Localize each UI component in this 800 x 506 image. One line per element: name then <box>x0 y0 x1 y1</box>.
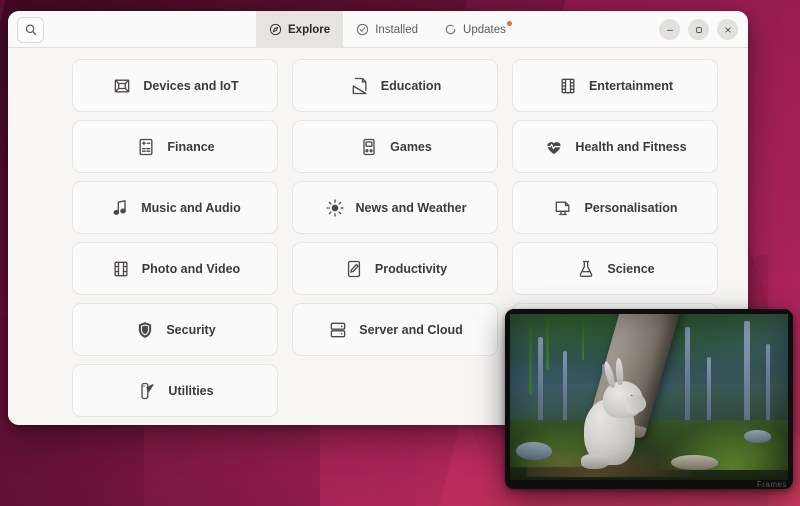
tab-installed-label: Installed <box>375 24 418 36</box>
video-caption: Frames <box>757 480 787 489</box>
film-strip-icon <box>557 75 579 97</box>
category-label: Server and Cloud <box>359 323 463 337</box>
category-card-devices-and-iot[interactable]: Devices and IoT <box>72 59 278 112</box>
category-card-education[interactable]: Education <box>292 59 498 112</box>
category-card-security[interactable]: Security <box>72 303 278 356</box>
monitor-icon <box>552 197 574 219</box>
tab-updates-label: Updates <box>463 24 506 36</box>
sun-icon <box>324 197 346 219</box>
updates-badge-dot <box>507 21 512 26</box>
category-label: News and Weather <box>356 201 467 215</box>
window-controls <box>659 11 738 48</box>
heart-pulse-icon <box>543 136 565 158</box>
category-card-music-and-audio[interactable]: Music and Audio <box>72 181 278 234</box>
video-vine <box>582 314 584 360</box>
tab-installed[interactable]: Installed <box>343 11 431 48</box>
music-note-icon <box>109 197 131 219</box>
video-vine <box>546 314 549 370</box>
window-headerbar: Explore Installed Updates <box>8 11 748 48</box>
video-vine <box>529 314 532 394</box>
category-card-games[interactable]: Games <box>292 120 498 173</box>
refresh-icon <box>444 23 457 36</box>
category-card-health-and-fitness[interactable]: Health and Fitness <box>512 120 718 173</box>
category-label: Devices and IoT <box>143 79 238 93</box>
category-card-finance[interactable]: Finance <box>72 120 278 173</box>
minimize-button[interactable] <box>659 19 680 40</box>
category-label: Entertainment <box>589 79 673 93</box>
calculator-icon <box>135 136 157 158</box>
tab-bar: Explore Installed Updates <box>256 11 519 48</box>
category-label: Health and Fitness <box>575 140 686 154</box>
category-label: Photo and Video <box>142 262 240 276</box>
tab-updates[interactable]: Updates <box>431 11 519 48</box>
close-icon <box>723 25 733 35</box>
minimize-icon <box>665 25 675 35</box>
search-button[interactable] <box>17 17 44 43</box>
category-card-entertainment[interactable]: Entertainment <box>512 59 718 112</box>
film-icon <box>110 258 132 280</box>
video-bunny-character <box>580 375 650 465</box>
shield-icon <box>134 319 156 341</box>
category-label: Personalisation <box>584 201 677 215</box>
category-card-news-and-weather[interactable]: News and Weather <box>292 181 498 234</box>
category-card-server-and-cloud[interactable]: Server and Cloud <box>292 303 498 356</box>
category-card-utilities[interactable]: Utilities <box>72 364 278 417</box>
category-label: Utilities <box>168 384 213 398</box>
pocket-knife-icon <box>136 380 158 402</box>
category-card-productivity[interactable]: Productivity <box>292 242 498 295</box>
close-button[interactable] <box>717 19 738 40</box>
flask-icon <box>575 258 597 280</box>
pen-note-icon <box>343 258 365 280</box>
gamepad-icon <box>358 136 380 158</box>
category-label: Games <box>390 140 432 154</box>
check-circle-icon <box>356 23 369 36</box>
video-player-window[interactable]: Frames <box>505 309 793 489</box>
category-card-photo-and-video[interactable]: Photo and Video <box>72 242 278 295</box>
category-label: Security <box>166 323 215 337</box>
video-surface[interactable] <box>510 314 788 480</box>
category-card-science[interactable]: Science <box>512 242 718 295</box>
video-rock <box>516 442 552 460</box>
category-label: Education <box>381 79 441 93</box>
cube-icon <box>111 75 133 97</box>
tab-explore-label: Explore <box>288 24 330 36</box>
category-label: Finance <box>167 140 214 154</box>
maximize-icon <box>694 25 704 35</box>
document-ruler-icon <box>349 75 371 97</box>
category-card-personalisation[interactable]: Personalisation <box>512 181 718 234</box>
category-label: Music and Audio <box>141 201 241 215</box>
category-label: Science <box>607 262 654 276</box>
maximize-button[interactable] <box>688 19 709 40</box>
search-icon <box>24 23 38 37</box>
compass-icon <box>269 23 282 36</box>
server-icon <box>327 319 349 341</box>
tab-explore[interactable]: Explore <box>256 11 343 48</box>
category-label: Productivity <box>375 262 447 276</box>
video-rock <box>671 455 718 470</box>
